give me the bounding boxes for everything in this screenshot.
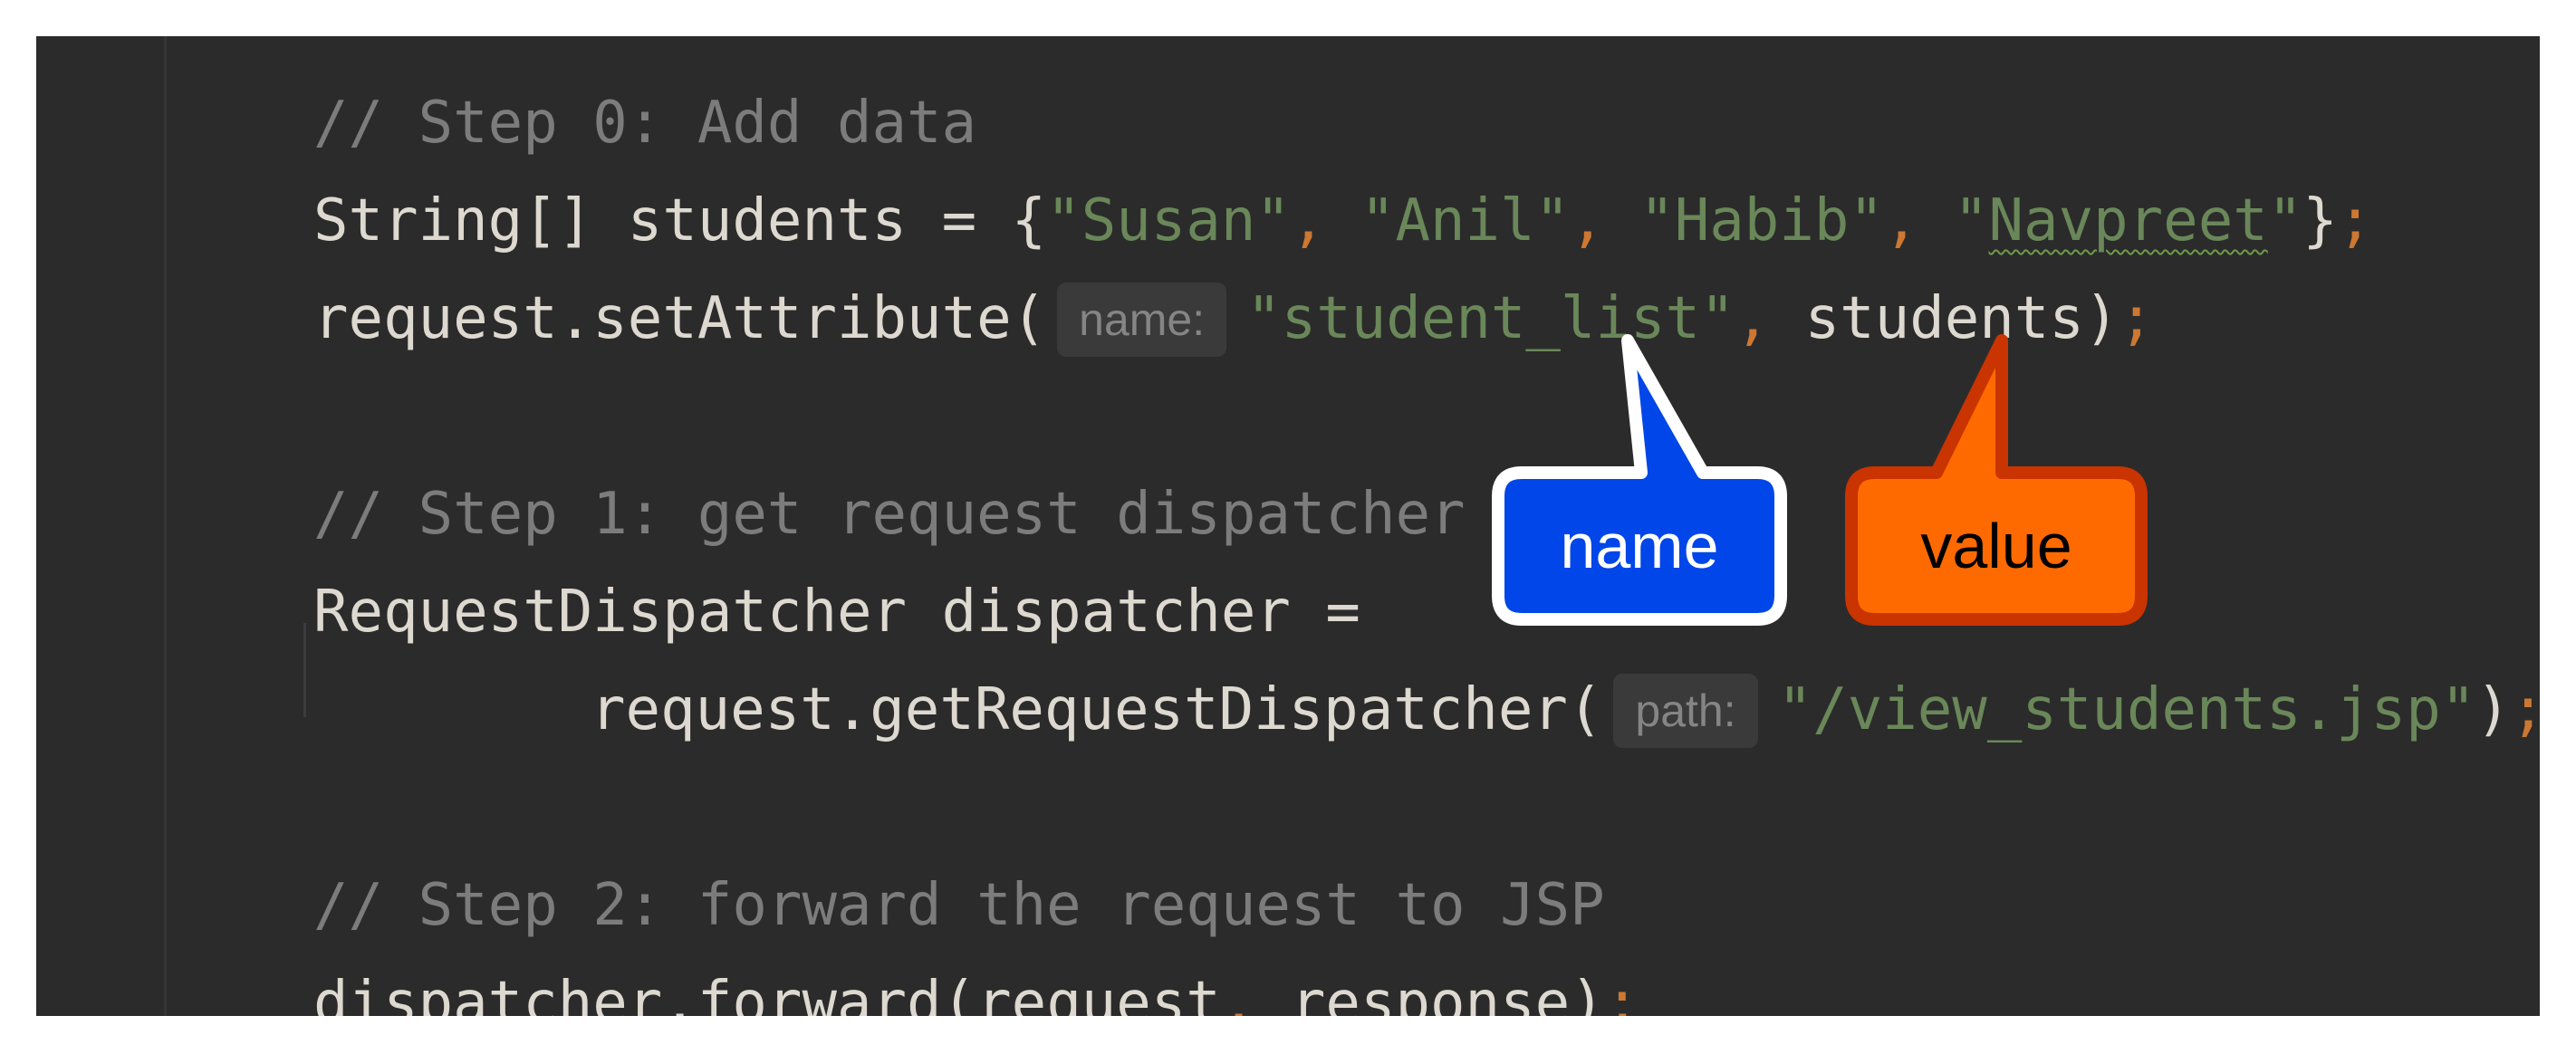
value-callout-label: value (1920, 511, 2072, 581)
name-callout-label: name (1560, 511, 1719, 581)
callout-overlay (1492, 334, 2148, 626)
